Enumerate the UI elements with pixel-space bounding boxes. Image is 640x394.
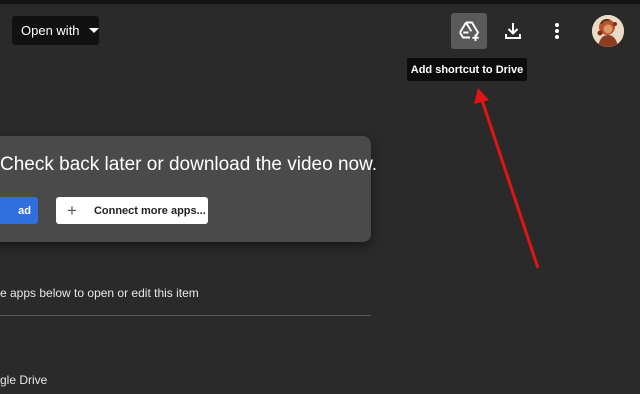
account-avatar[interactable]	[592, 15, 624, 47]
download-button[interactable]	[495, 13, 531, 49]
divider	[0, 315, 371, 316]
download-icon	[505, 23, 521, 39]
apps-instruction-text: e apps below to open or edit this item	[0, 286, 199, 300]
plus-icon: +	[67, 201, 77, 220]
connect-more-apps-button[interactable]: + Connect more apps...	[56, 197, 208, 224]
add-shortcut-tooltip: Add shortcut to Drive	[407, 58, 527, 81]
more-vert-icon	[555, 23, 559, 39]
card-message: Check back later or download the video n…	[0, 154, 378, 175]
connect-more-apps-label: Connect more apps...	[93, 204, 206, 217]
download-button-partial[interactable]: ad	[0, 197, 38, 224]
add-shortcut-to-drive-button[interactable]	[451, 13, 487, 49]
open-with-button[interactable]: Open with	[12, 16, 99, 45]
avatar-image-icon	[592, 15, 624, 47]
google-drive-app-item[interactable]: gle Drive	[0, 373, 47, 387]
open-with-label: Open with	[21, 23, 80, 38]
download-button-label: ad	[18, 204, 31, 217]
more-options-button[interactable]	[539, 13, 575, 49]
caret-down-icon	[88, 28, 99, 33]
tooltip-text: Add shortcut to Drive	[410, 63, 524, 76]
add-to-drive-icon	[459, 21, 479, 41]
preview-unavailable-card: Check back later or download the video n…	[0, 136, 377, 242]
top-border	[0, 0, 640, 4]
